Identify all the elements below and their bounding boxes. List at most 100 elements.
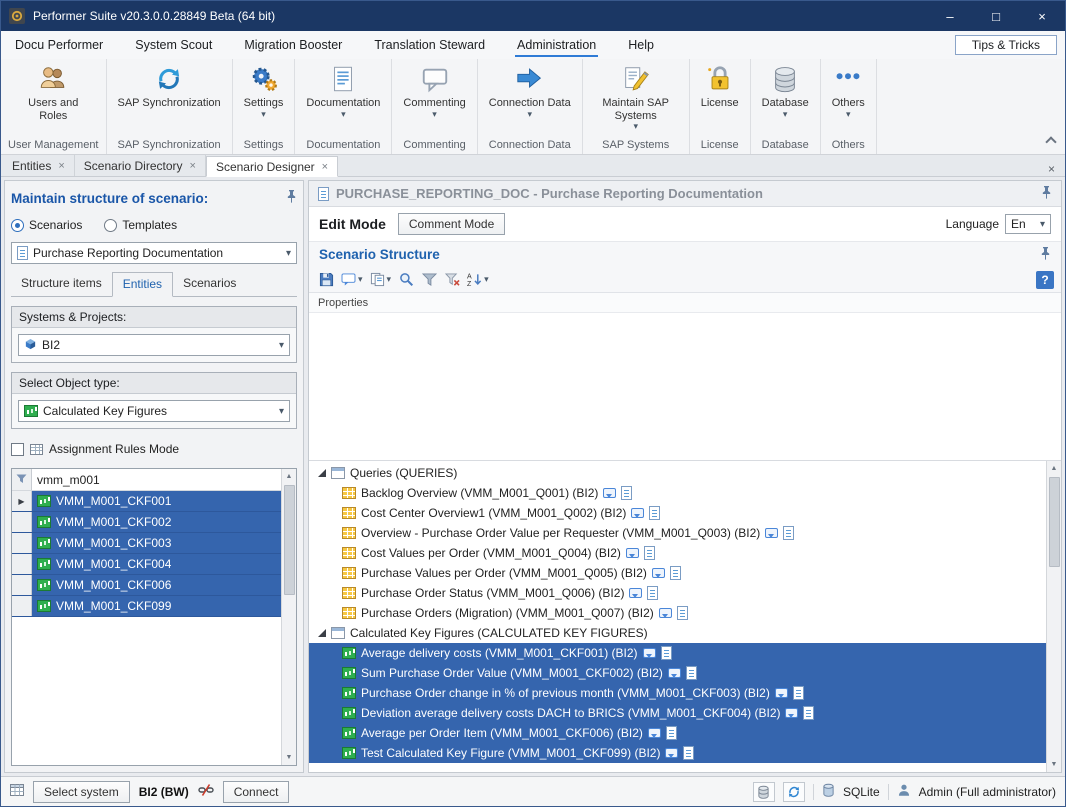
scroll-up-icon[interactable]: ▲ (282, 469, 296, 484)
tree-item[interactable]: Test Calculated Key Figure (VMM_M001_CKF… (309, 743, 1046, 763)
close-icon[interactable]: × (1044, 162, 1059, 176)
system-combo[interactable]: BI2 ▾ (18, 334, 290, 356)
table-row[interactable]: VMM_M001_CKF002 (12, 512, 281, 533)
minimize-button[interactable]: – (927, 1, 973, 31)
search-button[interactable] (396, 270, 416, 290)
documentation-button[interactable]: Documentation ▾ (298, 59, 388, 121)
table-row[interactable]: VMM_M001_CKF006 (12, 575, 281, 596)
close-icon[interactable]: × (58, 160, 64, 172)
select-system-button[interactable]: Select system (33, 781, 130, 803)
document-icon[interactable] (803, 706, 814, 720)
help-button[interactable]: ? (1036, 271, 1054, 289)
tree-item[interactable]: Purchase Values per Order (VMM_M001_Q005… (309, 563, 1046, 583)
tree-item[interactable]: Average per Order Item (VMM_M001_CKF006)… (309, 723, 1046, 743)
maintain-sap-systems-button[interactable]: Maintain SAP Systems ▾ (586, 59, 686, 133)
scroll-up-icon[interactable]: ▲ (1047, 461, 1061, 476)
document-icon[interactable] (644, 546, 655, 560)
comment-icon[interactable] (631, 508, 644, 518)
tree-item[interactable]: Sum Purchase Order Value (VMM_M001_CKF00… (309, 663, 1046, 683)
tree-group-calculated-key-figures[interactable]: Calculated Key Figures (CALCULATED KEY F… (309, 623, 1046, 643)
sap-synchronization-button[interactable]: SAP Synchronization (110, 59, 229, 111)
menu-help[interactable]: Help (626, 33, 656, 57)
comment-mode-button[interactable]: Comment Mode (398, 213, 505, 235)
comment-icon[interactable] (775, 688, 788, 698)
comment-icon[interactable] (648, 728, 661, 738)
tree-item[interactable]: Deviation average delivery costs DACH to… (309, 703, 1046, 723)
others-button[interactable]: Others ▾ (824, 59, 873, 121)
document-icon[interactable] (783, 526, 794, 540)
tab-entities[interactable]: Entities × (3, 155, 75, 176)
save-button[interactable] (316, 270, 336, 290)
scenario-select-combo[interactable]: Purchase Reporting Documentation ▾ (11, 242, 297, 264)
tree-item[interactable]: Average delivery costs (VMM_M001_CKF001)… (309, 643, 1046, 663)
menu-migration-booster[interactable]: Migration Booster (242, 33, 344, 57)
settings-button[interactable]: Settings ▾ (236, 59, 292, 121)
close-icon[interactable]: × (190, 160, 196, 172)
filter-input[interactable]: vmm_m001 (32, 469, 281, 490)
filter-button[interactable] (419, 270, 439, 290)
comment-display-button[interactable]: ▾ (339, 270, 365, 290)
document-icon[interactable] (666, 726, 677, 740)
users-and-roles-button[interactable]: Users and Roles (13, 59, 93, 123)
assignment-rules-checkbox[interactable] (11, 443, 24, 456)
pin-icon[interactable] (286, 190, 297, 206)
language-combo[interactable]: En ▾ (1005, 214, 1051, 234)
menu-system-scout[interactable]: System Scout (133, 33, 214, 57)
document-icon[interactable] (793, 686, 804, 700)
connect-button[interactable]: Connect (223, 781, 290, 803)
comment-icon[interactable] (652, 568, 665, 578)
tab-scenarios-inner[interactable]: Scenarios (173, 272, 246, 296)
table-row[interactable]: VMM_M001_CKF003 (12, 533, 281, 554)
tree-scrollbar[interactable]: ▲ ▼ (1046, 461, 1061, 772)
tree-item[interactable]: Purchase Orders (Migration) (VMM_M001_Q0… (309, 603, 1046, 623)
comment-icon[interactable] (765, 528, 778, 538)
close-button[interactable]: × (1019, 1, 1065, 31)
radio-scenarios[interactable]: Scenarios (11, 218, 82, 232)
connection-data-button[interactable]: Connection Data ▾ (481, 59, 579, 121)
comment-icon[interactable] (659, 608, 672, 618)
object-type-combo[interactable]: Calculated Key Figures ▾ (18, 400, 290, 422)
radio-templates[interactable]: Templates (104, 218, 177, 232)
menu-translation-steward[interactable]: Translation Steward (372, 33, 487, 57)
document-icon[interactable] (649, 506, 660, 520)
table-row[interactable]: ▶ VMM_M001_CKF001 (12, 491, 281, 512)
license-button[interactable]: License (693, 59, 747, 111)
scrollbar-thumb[interactable] (1049, 477, 1060, 567)
tab-scenario-designer[interactable]: Scenario Designer × (206, 156, 338, 177)
document-icon[interactable] (647, 586, 658, 600)
tree-item[interactable]: Cost Center Overview1 (VMM_M001_Q002) (B… (309, 503, 1046, 523)
table-row[interactable]: VMM_M001_CKF004 (12, 554, 281, 575)
pin-icon[interactable] (1040, 247, 1051, 263)
tree-item[interactable]: Backlog Overview (VMM_M001_Q001) (BI2) (309, 483, 1046, 503)
tree-item[interactable]: Purchase Order change in % of previous m… (309, 683, 1046, 703)
copy-button[interactable]: ▾ (368, 270, 394, 290)
menu-administration[interactable]: Administration (515, 33, 598, 57)
close-icon[interactable]: × (322, 161, 328, 173)
scroll-down-icon[interactable]: ▼ (1047, 757, 1061, 772)
refresh-button[interactable] (783, 782, 805, 802)
maximize-button[interactable]: □ (973, 1, 1019, 31)
tab-entities-inner[interactable]: Entities (112, 272, 173, 297)
expander-icon[interactable] (318, 466, 326, 480)
tree-group-queries[interactable]: Queries (QUERIES) (309, 463, 1046, 483)
document-icon[interactable] (670, 566, 681, 580)
comment-icon[interactable] (785, 708, 798, 718)
tips-and-tricks-button[interactable]: Tips & Tricks (955, 35, 1057, 55)
menu-docu-performer[interactable]: Docu Performer (13, 33, 105, 57)
tab-scenario-directory[interactable]: Scenario Directory × (75, 155, 206, 176)
document-icon[interactable] (686, 666, 697, 680)
comment-icon[interactable] (629, 588, 642, 598)
database-button[interactable]: Database ▾ (754, 59, 817, 121)
left-grid-scrollbar[interactable]: ▲ ▼ (281, 469, 296, 765)
comment-icon[interactable] (643, 648, 656, 658)
collapse-ribbon-icon[interactable] (1045, 136, 1056, 147)
document-icon[interactable] (621, 486, 632, 500)
properties-header[interactable]: Properties (309, 293, 1061, 313)
clear-filter-button[interactable] (442, 270, 462, 290)
pin-icon[interactable] (1041, 186, 1052, 202)
table-row[interactable]: VMM_M001_CKF099 (12, 596, 281, 617)
comment-icon[interactable] (665, 748, 678, 758)
comment-icon[interactable] (603, 488, 616, 498)
sort-button[interactable]: AZ▾ (465, 270, 491, 290)
scroll-down-icon[interactable]: ▼ (282, 750, 296, 765)
